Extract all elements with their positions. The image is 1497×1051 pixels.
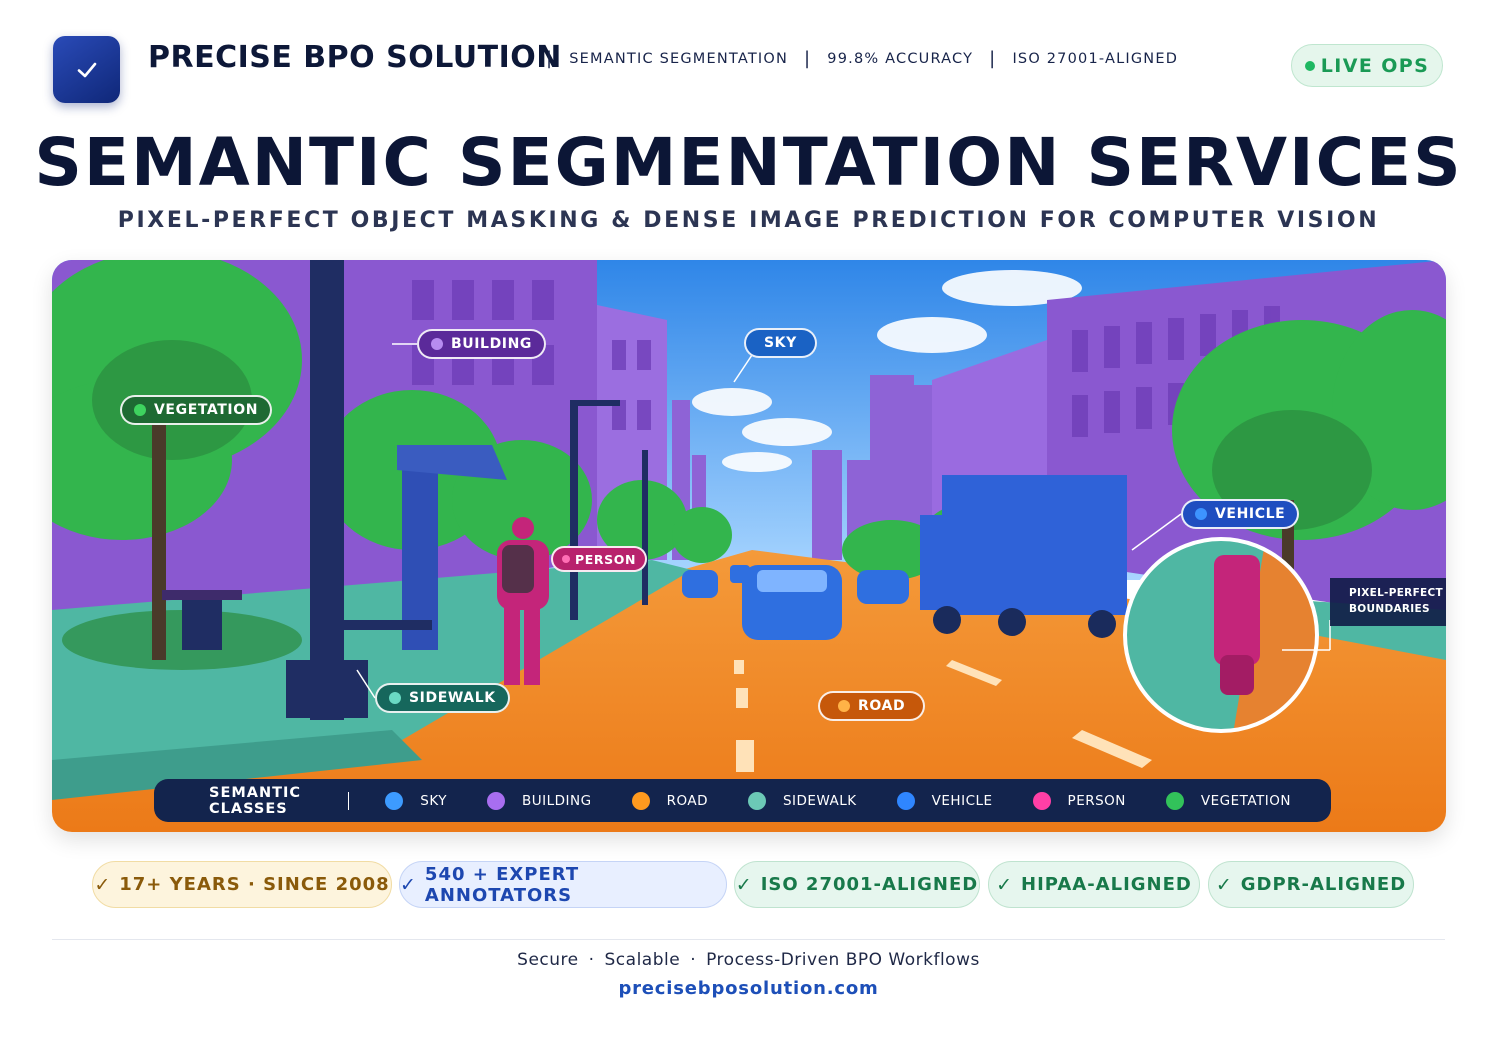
tag-vegetation-label: VEGETATION	[154, 402, 259, 418]
meta-item-service: SEMANTIC SEGMENTATION	[569, 50, 789, 67]
road-dot	[838, 700, 850, 712]
badge-label: 540 + EXPERT ANNOTATORS	[424, 863, 580, 906]
legend-item-sky: SKY	[385, 791, 447, 810]
meta-separator: |	[989, 48, 997, 69]
vehicle-dot	[1195, 508, 1207, 520]
semantic-classes-legend: SEMANTIC CLASSES SKY BUILDING ROAD SIDEW…	[154, 779, 1331, 822]
legend-swatch	[896, 791, 915, 810]
legend-item-person: PERSON	[1032, 791, 1126, 810]
tag-person-label: PERSON	[575, 551, 637, 567]
legend-swatch	[385, 791, 404, 810]
footer-item-secure: Secure	[517, 950, 579, 970]
meta-item-iso: ISO 27001-ALIGNED	[1012, 50, 1179, 67]
meta-separator: |	[546, 48, 554, 69]
badge-label: GDPR-ALIGNED	[1240, 874, 1407, 895]
legend-item-sidewalk: SIDEWALK	[747, 791, 857, 810]
legend-item-road: ROAD	[631, 791, 708, 810]
tag-person: PERSON	[551, 546, 648, 572]
footer-tagline: Secure · Scalable · Process-Driven BPO Workf…	[0, 950, 1497, 970]
check-icon: ✓	[1215, 873, 1233, 896]
legend-swatch	[1165, 791, 1184, 810]
footer-item-scalable: Scalable	[604, 950, 681, 970]
legend-label: BUILDING	[521, 792, 592, 809]
footer-divider	[52, 939, 1445, 940]
vegetation-dot	[134, 404, 146, 416]
badge-years: ✓ 17+ YEARS · SINCE 2008	[92, 861, 392, 908]
checkmark-icon	[77, 62, 96, 77]
tag-building: BUILDING	[417, 329, 547, 359]
legend-label: VEGETATION	[1200, 792, 1291, 809]
badge-gdpr: ✓ GDPR-ALIGNED	[1208, 861, 1414, 908]
segmentation-scene: BUILDING VEGETATION SKY PERSON SIDEWALK …	[52, 260, 1446, 832]
footer-separator: ·	[588, 950, 595, 970]
live-ops-badge: LIVE OPS	[1291, 44, 1443, 87]
page-title: SEMANTIC SEGMENTATION SERVICES	[34, 124, 1463, 201]
footer-item-workflows: Process-Driven BPO Workflows	[706, 950, 980, 970]
live-status-dot	[1304, 60, 1315, 71]
meta-item-accuracy: 99.8% ACCURACY	[827, 50, 974, 67]
badge-hipaa: ✓ HIPAA-ALIGNED	[988, 861, 1200, 908]
live-ops-label: LIVE OPS	[1320, 54, 1430, 77]
person-dot	[562, 555, 570, 563]
sidewalk-dot	[389, 692, 401, 704]
callout-line-2: BOUNDARIES	[1349, 603, 1430, 615]
tag-building-label: BUILDING	[451, 336, 533, 352]
check-icon: ✓	[400, 873, 417, 896]
legend-label: PERSON	[1067, 792, 1126, 809]
tag-road: ROAD	[818, 691, 926, 721]
legend-swatch	[486, 791, 505, 810]
tag-sky-label: SKY	[764, 335, 797, 351]
tag-vehicle: VEHICLE	[1181, 499, 1300, 529]
brand-name: PRECISE BPO SOLUTION	[148, 40, 562, 75]
badge-iso: ✓ ISO 27001-ALIGNED	[734, 861, 980, 908]
legend-title: SEMANTIC CLASSES	[209, 784, 302, 817]
tag-vegetation: VEGETATION	[120, 395, 273, 425]
tag-sidewalk-label: SIDEWALK	[409, 690, 496, 706]
legend-label: VEHICLE	[931, 792, 993, 809]
header-meta: | SEMANTIC SEGMENTATION | 99.8% ACCURACY…	[546, 48, 1178, 69]
badge-annotators: ✓ 540 + EXPERT ANNOTATORS	[399, 861, 727, 908]
legend-item-building: BUILDING	[486, 791, 592, 810]
check-icon: ✓	[996, 873, 1014, 896]
website-link[interactable]: precisebposolution.com	[0, 978, 1497, 999]
tag-road-label: ROAD	[858, 698, 906, 714]
legend-swatch	[1032, 791, 1051, 810]
brand-logo	[53, 36, 120, 103]
legend-label: SKY	[420, 792, 447, 809]
pixel-perfect-callout: PIXEL-PERFECT BOUNDARIES	[1330, 578, 1446, 626]
legend-label: ROAD	[666, 792, 708, 809]
check-icon: ✓	[735, 873, 753, 896]
legend-divider	[348, 791, 350, 810]
check-icon: ✓	[94, 873, 112, 896]
tag-sky: SKY	[744, 328, 817, 358]
tag-vehicle-label: VEHICLE	[1215, 506, 1286, 522]
badge-label: HIPAA-ALIGNED	[1021, 874, 1192, 895]
page-subtitle: PIXEL-PERFECT OBJECT MASKING & DENSE IMA…	[117, 208, 1380, 233]
tag-sidewalk: SIDEWALK	[375, 683, 510, 713]
legend-item-vehicle: VEHICLE	[896, 791, 993, 810]
building-dot	[431, 338, 443, 350]
legend-label: SIDEWALK	[782, 792, 857, 809]
meta-separator: |	[804, 48, 812, 69]
legend-swatch	[631, 791, 650, 810]
footer-separator: ·	[690, 950, 697, 970]
legend-swatch	[747, 791, 766, 810]
badge-label: ISO 27001-ALIGNED	[760, 874, 979, 895]
badge-label: 17+ YEARS · SINCE 2008	[119, 874, 390, 895]
callout-line-1: PIXEL-PERFECT	[1349, 587, 1443, 599]
legend-item-vegetation: VEGETATION	[1165, 791, 1291, 810]
